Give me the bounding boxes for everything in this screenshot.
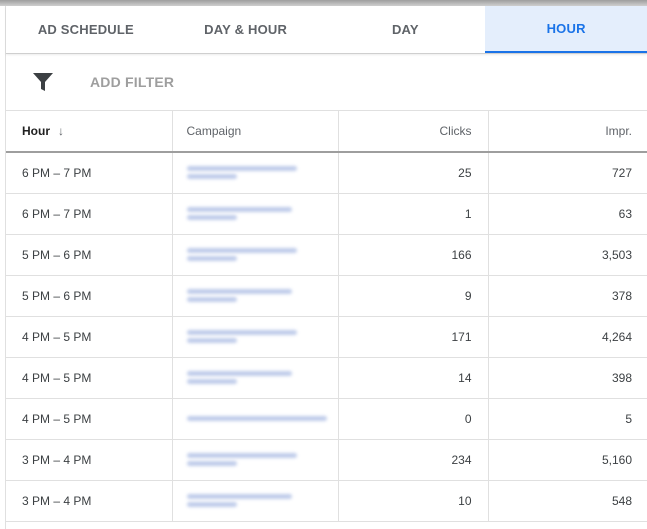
add-filter-button[interactable]: ADD FILTER (90, 74, 174, 90)
table-row: 4 PM – 5 PM 0 5 (6, 398, 647, 440)
table-row: 3 PM – 4 PM 10 548 (6, 480, 647, 522)
filter-icon[interactable] (32, 72, 54, 92)
tab-hour[interactable]: HOUR (485, 6, 647, 53)
hour-cell: 4 PM – 5 PM (6, 316, 173, 358)
tab-day[interactable]: DAY (326, 6, 486, 53)
clicks-cell: 0 (338, 398, 489, 440)
table-row: 5 PM – 6 PM 166 3,503 (6, 234, 647, 276)
hour-cell: 5 PM – 6 PM (6, 275, 173, 317)
table-row: 4 PM – 5 PM 14 398 (6, 357, 647, 399)
table-row: 3 PM – 4 PM 234 5,160 (6, 439, 647, 481)
campaign-cell-redacted (172, 275, 339, 317)
clicks-cell: 234 (338, 439, 489, 481)
table-row: 6 PM – 7 PM 1 63 (6, 193, 647, 235)
sort-descending-icon[interactable]: ↓ (58, 124, 64, 138)
table-row: 4 PM – 5 PM 171 4,264 (6, 316, 647, 358)
column-header-hour[interactable]: Hour ↓ (6, 111, 173, 153)
column-header-hour-label: Hour (22, 124, 50, 138)
campaign-cell-redacted (172, 152, 339, 194)
clicks-cell: 25 (338, 152, 489, 194)
campaign-cell-redacted (172, 439, 339, 481)
impr-cell: 5,160 (488, 439, 647, 481)
impr-cell: 548 (488, 480, 647, 522)
table-row: 6 PM – 7 PM 25 727 (6, 152, 647, 194)
column-header-campaign[interactable]: Campaign (172, 111, 339, 153)
impr-cell: 5 (488, 398, 647, 440)
impr-cell: 398 (488, 357, 647, 399)
column-header-impr[interactable]: Impr. (488, 111, 647, 153)
tab-day-and-hour[interactable]: DAY & HOUR (166, 6, 326, 53)
hour-cell: 6 PM – 7 PM (6, 193, 173, 235)
campaign-cell-redacted (172, 480, 339, 522)
campaign-cell-redacted (172, 357, 339, 399)
hour-cell: 4 PM – 5 PM (6, 398, 173, 440)
tab-bar: AD SCHEDULE DAY & HOUR DAY HOUR (6, 6, 647, 54)
clicks-cell: 1 (338, 193, 489, 235)
hour-cell: 6 PM – 7 PM (6, 152, 173, 194)
clicks-cell: 166 (338, 234, 489, 276)
impr-cell: 63 (488, 193, 647, 235)
clicks-cell: 10 (338, 480, 489, 522)
impr-cell: 4,264 (488, 316, 647, 358)
campaign-cell-redacted (172, 398, 339, 440)
table-row: 5 PM – 6 PM 9 378 (6, 275, 647, 317)
campaign-cell-redacted (172, 193, 339, 235)
tab-ad-schedule[interactable]: AD SCHEDULE (6, 6, 166, 53)
clicks-cell: 14 (338, 357, 489, 399)
hour-cell: 3 PM – 4 PM (6, 439, 173, 481)
impr-cell: 3,503 (488, 234, 647, 276)
impr-cell: 727 (488, 152, 647, 194)
hour-cell: 5 PM – 6 PM (6, 234, 173, 276)
table-header-row: Hour ↓ Campaign Clicks Impr. (6, 111, 647, 153)
report-panel: AD SCHEDULE DAY & HOUR DAY HOUR ADD FILT… (5, 6, 647, 529)
clicks-cell: 9 (338, 275, 489, 317)
hour-report-table: Hour ↓ Campaign Clicks Impr. 6 PM – 7 PM … (6, 111, 647, 522)
clicks-cell: 171 (338, 316, 489, 358)
hour-cell: 4 PM – 5 PM (6, 357, 173, 399)
column-header-clicks[interactable]: Clicks (338, 111, 489, 153)
campaign-cell-redacted (172, 316, 339, 358)
campaign-cell-redacted (172, 234, 339, 276)
filter-bar: ADD FILTER (6, 54, 647, 111)
hour-cell: 3 PM – 4 PM (6, 480, 173, 522)
impr-cell: 378 (488, 275, 647, 317)
